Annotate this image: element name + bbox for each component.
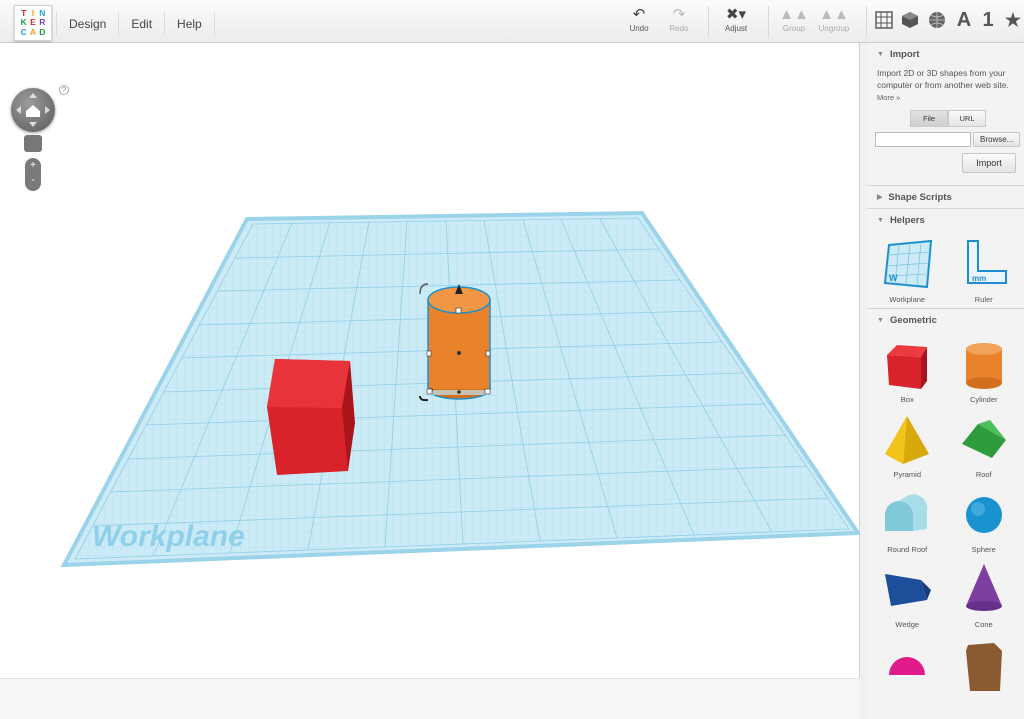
adjust-button[interactable]: ✖▾ Adjust xyxy=(716,6,756,33)
shape-wedge[interactable]: Wedge xyxy=(869,560,946,629)
workplane-helper-icon: W xyxy=(884,239,933,289)
shape-sphere[interactable]: Sphere xyxy=(946,485,1023,554)
menu-edit[interactable]: Edit xyxy=(118,12,164,36)
redo-button[interactable]: ↷ Redo xyxy=(659,6,699,33)
browse-button[interactable]: Browse... xyxy=(973,132,1021,147)
ungroup-icon: ▲▲ xyxy=(819,6,849,23)
tab-file[interactable]: File xyxy=(910,110,948,127)
collapse-icon: ▼ xyxy=(877,216,884,224)
file-path-input[interactable] xyxy=(875,132,971,147)
helper-ruler[interactable]: mm Ruler xyxy=(946,235,1023,304)
shape-polygon[interactable] xyxy=(946,635,1023,695)
svg-text:mm: mm xyxy=(972,274,986,283)
toolbar-divider xyxy=(866,6,867,38)
round-roof-icon xyxy=(885,494,928,531)
viewport-footer xyxy=(0,678,860,719)
shape-scripts-header[interactable]: ▶ Shape Scripts xyxy=(867,186,1024,208)
shape-cylinder[interactable]: Cylinder xyxy=(946,335,1023,404)
menu-help[interactable]: Help xyxy=(164,12,215,36)
collapse-icon: ▼ xyxy=(877,50,884,58)
toolbar-divider xyxy=(708,6,709,38)
cube-icon[interactable] xyxy=(899,8,921,32)
geometric-header[interactable]: ▼ Geometric xyxy=(867,309,1024,331)
shape-box[interactable]: Box xyxy=(869,335,946,404)
view-cube-nav[interactable] xyxy=(11,88,55,132)
shape-round-roof[interactable]: Round Roof xyxy=(869,485,946,554)
scene: Workplane xyxy=(60,210,860,568)
right-panel: ▼ Import Import 2D or 3D shapes from your… xyxy=(867,43,1024,719)
redo-icon: ↷ xyxy=(672,6,686,23)
home-cube-icon[interactable] xyxy=(24,135,42,152)
tab-url[interactable]: URL xyxy=(948,110,986,127)
wedge-icon xyxy=(885,574,932,606)
cylinder-icon xyxy=(965,343,1002,389)
cone-icon xyxy=(965,564,1002,611)
adjust-icon: ✖▾ xyxy=(725,6,747,23)
grid-icon[interactable] xyxy=(873,8,895,32)
geometric-grid: Box Cylinder Pyramid Roof Round Roof Sph… xyxy=(867,331,1024,699)
helper-workplane[interactable]: W Workplane xyxy=(869,235,946,304)
half-sphere-icon xyxy=(889,657,926,675)
cylinder-object[interactable] xyxy=(419,283,492,402)
helpers-grid: W Workplane mm Ruler xyxy=(867,231,1024,308)
svg-text:W: W xyxy=(889,273,898,283)
shape-pyramid[interactable]: Pyramid xyxy=(869,410,946,479)
group-icon: ▲▲ xyxy=(779,6,809,23)
menu-design[interactable]: Design xyxy=(56,12,118,36)
shape-roof[interactable]: Roof xyxy=(946,410,1023,479)
zoom-control: + - xyxy=(25,158,41,191)
undo-icon: ↶ xyxy=(632,6,646,23)
toolbar-divider xyxy=(768,6,769,38)
group-button[interactable]: ▲▲ Group xyxy=(774,6,814,33)
box-icon xyxy=(887,345,928,389)
shape-cone[interactable]: Cone xyxy=(946,560,1023,629)
undo-button[interactable]: ↶ Undo xyxy=(619,6,659,33)
expand-icon: ▶ xyxy=(877,194,883,201)
roof-icon xyxy=(961,420,1006,458)
shape-half-sphere[interactable] xyxy=(869,635,946,695)
globe-icon[interactable] xyxy=(926,8,948,32)
workplane-label: Workplane xyxy=(92,520,245,553)
box-object[interactable] xyxy=(267,359,355,475)
main-menu: Design Edit Help xyxy=(56,12,215,38)
collapse-icon: ▼ xyxy=(877,316,884,324)
text-icon[interactable]: A xyxy=(953,8,975,32)
tinkercad-logo[interactable]: TIN KER CAD xyxy=(14,5,52,41)
ungroup-button[interactable]: ▲▲ Ungroup xyxy=(814,6,854,33)
import-header[interactable]: ▼ Import xyxy=(867,43,1024,65)
star-icon[interactable]: ★ xyxy=(1002,8,1024,32)
sphere-icon xyxy=(965,497,1002,533)
import-source-tabs: File URL xyxy=(910,110,986,127)
helpers-header[interactable]: ▼ Helpers xyxy=(867,209,1024,231)
import-more-link[interactable]: More » xyxy=(867,93,1024,102)
top-toolbar: TIN KER CAD Design Edit Help ↶ Undo ↷ Re… xyxy=(0,0,1024,43)
ruler-helper-icon: mm xyxy=(966,240,1007,284)
zoom-out-button[interactable]: - xyxy=(25,173,41,188)
help-icon[interactable]: ? xyxy=(59,85,69,95)
pyramid-icon xyxy=(885,416,930,464)
import-description: Import 2D or 3D shapes from your compute… xyxy=(877,68,1009,90)
number-icon[interactable]: 1 xyxy=(977,8,999,32)
zoom-in-button[interactable]: + xyxy=(25,158,41,173)
polygon-icon xyxy=(965,643,1002,691)
3d-viewport[interactable]: Workplane ? + - xyxy=(0,43,860,719)
import-button[interactable]: Import xyxy=(962,153,1016,173)
